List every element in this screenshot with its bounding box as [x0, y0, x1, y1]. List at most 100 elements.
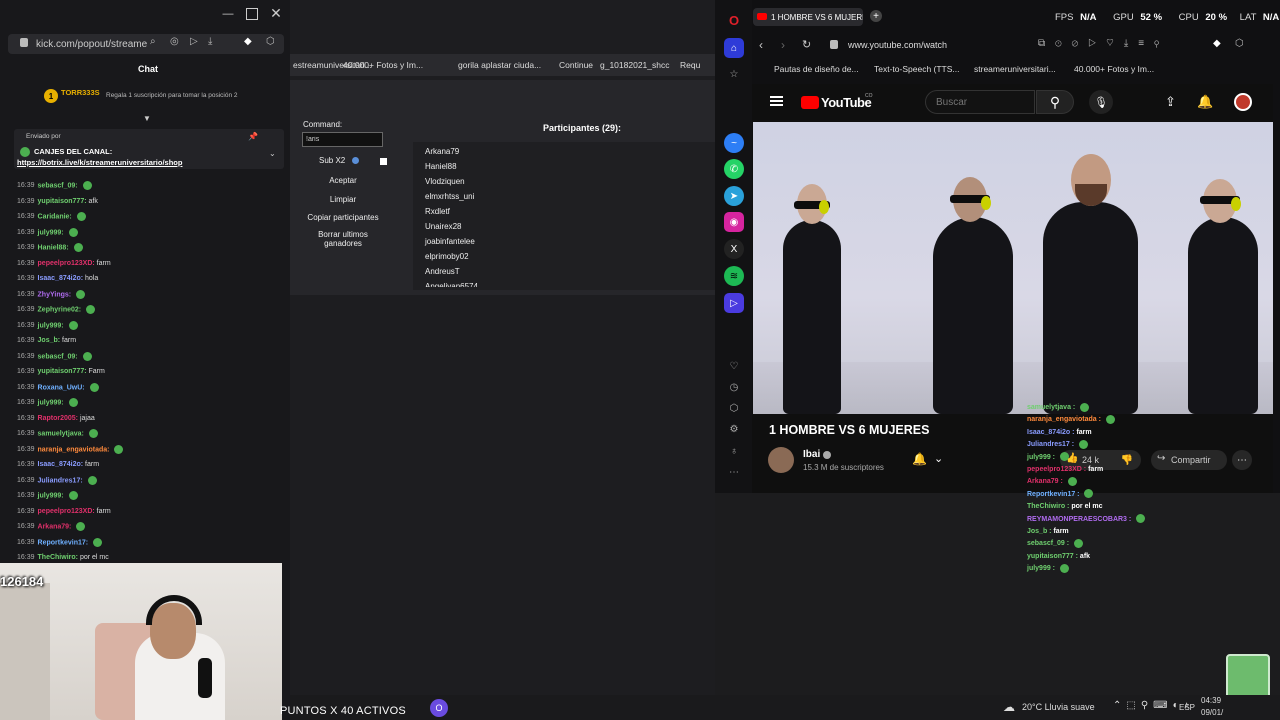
browser-tab[interactable]: 1 HOMBRE VS 6 MUJERES	[753, 8, 863, 26]
back-icon[interactable]: ‹	[759, 38, 763, 52]
search-button[interactable]: ⚲	[1036, 90, 1074, 114]
forward-icon[interactable]: ›	[781, 38, 785, 52]
bulb-icon[interactable]: ♁	[724, 441, 744, 461]
chat-username[interactable]: Zephyrine02:	[38, 306, 82, 313]
opera-gx-taskbar-icon[interactable]: O	[430, 699, 448, 717]
webcam-headphones	[146, 595, 202, 625]
dislike-button[interactable]: 👎	[1113, 450, 1141, 470]
chat-username[interactable]: samuelytjava:	[38, 430, 84, 437]
reload-icon[interactable]: ↻	[802, 38, 811, 51]
share-button[interactable]: ↪ Compartir	[1151, 450, 1227, 470]
chevron-down-icon[interactable]: ⌄	[269, 149, 276, 158]
bookmark-item[interactable]: gorila aplastar ciuda...	[458, 60, 541, 70]
clock-date[interactable]: 09/01/	[1201, 708, 1223, 717]
bookmarks-icon[interactable]: ☆	[724, 64, 744, 84]
clear-winners-button[interactable]: Borrar ultimos ganadores	[306, 230, 380, 252]
weather-text[interactable]: 20°C Lluvia suave	[1022, 702, 1095, 712]
chat-username[interactable]: july999:	[38, 322, 64, 329]
youtube-search-input[interactable]	[925, 90, 1035, 114]
clock-time[interactable]: 04:39	[1201, 696, 1221, 705]
heart-icon[interactable]: ♡	[724, 356, 744, 376]
cube-icon[interactable]: ⬡	[266, 36, 275, 47]
bookmark-item[interactable]: Text-to-Speech (TTS...	[874, 64, 960, 74]
history-icon[interactable]: ◷	[724, 377, 744, 397]
chat-username[interactable]: Jos_b:	[38, 337, 61, 344]
chat-username[interactable]: Arkana79:	[38, 523, 72, 530]
pinned-link[interactable]: https://botrix.live/k/streameruniversita…	[17, 158, 182, 167]
bookmark-item[interactable]: Requ	[680, 60, 700, 70]
bookmark-item[interactable]: Pautas de diseño de...	[774, 64, 859, 74]
player-icon[interactable]: ▷	[724, 293, 744, 313]
download-icon[interactable]: ⤓	[208, 36, 212, 47]
more-icon[interactable]: ⋯	[724, 462, 744, 482]
bookmark-item[interactable]: Continue	[559, 60, 593, 70]
bookmark-item[interactable]: streameruniversitari...	[974, 64, 1056, 74]
chat-username[interactable]: Haniel88:	[38, 244, 69, 251]
cube-icon[interactable]: ⬡	[1235, 38, 1244, 49]
copy-participants-button[interactable]: Copiar participantes	[300, 211, 386, 225]
more-options-icon[interactable]: ⋯	[1232, 450, 1252, 470]
chat-username[interactable]: yupitaison777:	[38, 198, 87, 205]
avatar[interactable]	[1234, 93, 1252, 111]
new-tab-icon[interactable]: +	[870, 10, 882, 22]
youtube-logo-text[interactable]: YouTube	[821, 95, 872, 110]
whatsapp-icon[interactable]: ✆	[724, 159, 744, 179]
search-icon[interactable]: ⌕	[150, 36, 156, 47]
video-player[interactable]	[753, 122, 1273, 414]
diamond-icon[interactable]: ◆	[1213, 38, 1221, 49]
minimize-icon[interactable]: —	[222, 8, 234, 20]
sub-x2-checkbox[interactable]	[380, 158, 387, 165]
chevron-down-icon[interactable]: ⌄	[934, 452, 943, 465]
messenger-icon[interactable]: ~	[724, 133, 744, 153]
chat-username[interactable]: Isaac_874i2o:	[38, 275, 84, 282]
gear-icon[interactable]: ⚙	[724, 419, 744, 439]
youtube-logo-icon[interactable]	[801, 96, 819, 109]
chat-username[interactable]: Isaac_874i2o:	[38, 461, 84, 468]
bell-icon[interactable]: 🔔	[1197, 94, 1213, 110]
chat-username[interactable]: ZhyYings:	[38, 291, 72, 298]
maximize-icon[interactable]	[246, 8, 258, 20]
chat-username[interactable]: july999:	[38, 492, 64, 499]
chat-username[interactable]: pepeelpro123XD:	[38, 508, 95, 515]
chat-username[interactable]: TheChiwiro:	[38, 554, 78, 561]
upload-icon[interactable]: ⇪	[1165, 94, 1176, 110]
chat-username[interactable]: july999:	[38, 399, 64, 406]
send-icon[interactable]: ▷	[190, 36, 198, 47]
chat-username[interactable]: Raptor2005:	[38, 415, 78, 422]
info-icon[interactable]	[352, 157, 359, 164]
microphone-icon[interactable]: 🎙	[1089, 90, 1113, 114]
chat-username[interactable]: pepeelpro123XD:	[38, 260, 95, 267]
home-icon[interactable]: ⌂	[724, 38, 744, 58]
channel-name[interactable]: Ibai	[803, 449, 820, 460]
opera-logo-icon[interactable]: O	[724, 10, 744, 30]
subscribed-bell-icon[interactable]: 🔔	[912, 452, 927, 466]
scroll-down-arrow[interactable]: ▼	[143, 114, 151, 123]
close-icon[interactable]: ✕	[269, 5, 283, 22]
diamond-icon[interactable]: ◆	[244, 36, 252, 47]
language-indicator[interactable]: ESP	[1179, 703, 1195, 712]
chat-username[interactable]: Caridanie:	[38, 213, 72, 220]
chat-username[interactable]: july999:	[38, 229, 64, 236]
bookmark-item[interactable]: 40.000+ Fotos y Im...	[343, 60, 423, 70]
command-input[interactable]	[302, 132, 383, 147]
accept-button[interactable]: Aceptar	[300, 174, 386, 188]
chat-username[interactable]: yupitaison777:	[38, 368, 87, 375]
address-bar[interactable]: kick.com/popout/streame ⌕ ◎ ▷ ⤓ ◆ ⬡	[8, 34, 284, 54]
instagram-icon[interactable]: ◉	[724, 212, 744, 232]
chat-username[interactable]: sebascf_09:	[38, 182, 78, 189]
box-icon[interactable]: ⬡	[724, 398, 744, 418]
bookmark-item[interactable]: g_10182021_shcc	[600, 60, 669, 70]
channel-avatar[interactable]	[768, 447, 794, 473]
spotify-icon[interactable]: ≋	[724, 266, 744, 286]
chat-username[interactable]: sebascf_09:	[38, 353, 78, 360]
clear-button[interactable]: Limpiar	[300, 193, 386, 207]
telegram-icon[interactable]: ➤	[724, 186, 744, 206]
shield-icon[interactable]: ◎	[170, 36, 179, 47]
pin-icon[interactable]: 📌	[248, 132, 258, 141]
x-icon[interactable]: X	[724, 239, 744, 259]
chat-username[interactable]: naranja_engaviotada:	[38, 446, 110, 453]
chat-username[interactable]: Roxana_UwU:	[38, 384, 85, 391]
chat-username[interactable]: Juliandres17:	[38, 477, 83, 484]
chat-username[interactable]: Reportkevin17:	[38, 539, 89, 546]
bookmark-item[interactable]: 40.000+ Fotos y Im...	[1074, 64, 1154, 74]
